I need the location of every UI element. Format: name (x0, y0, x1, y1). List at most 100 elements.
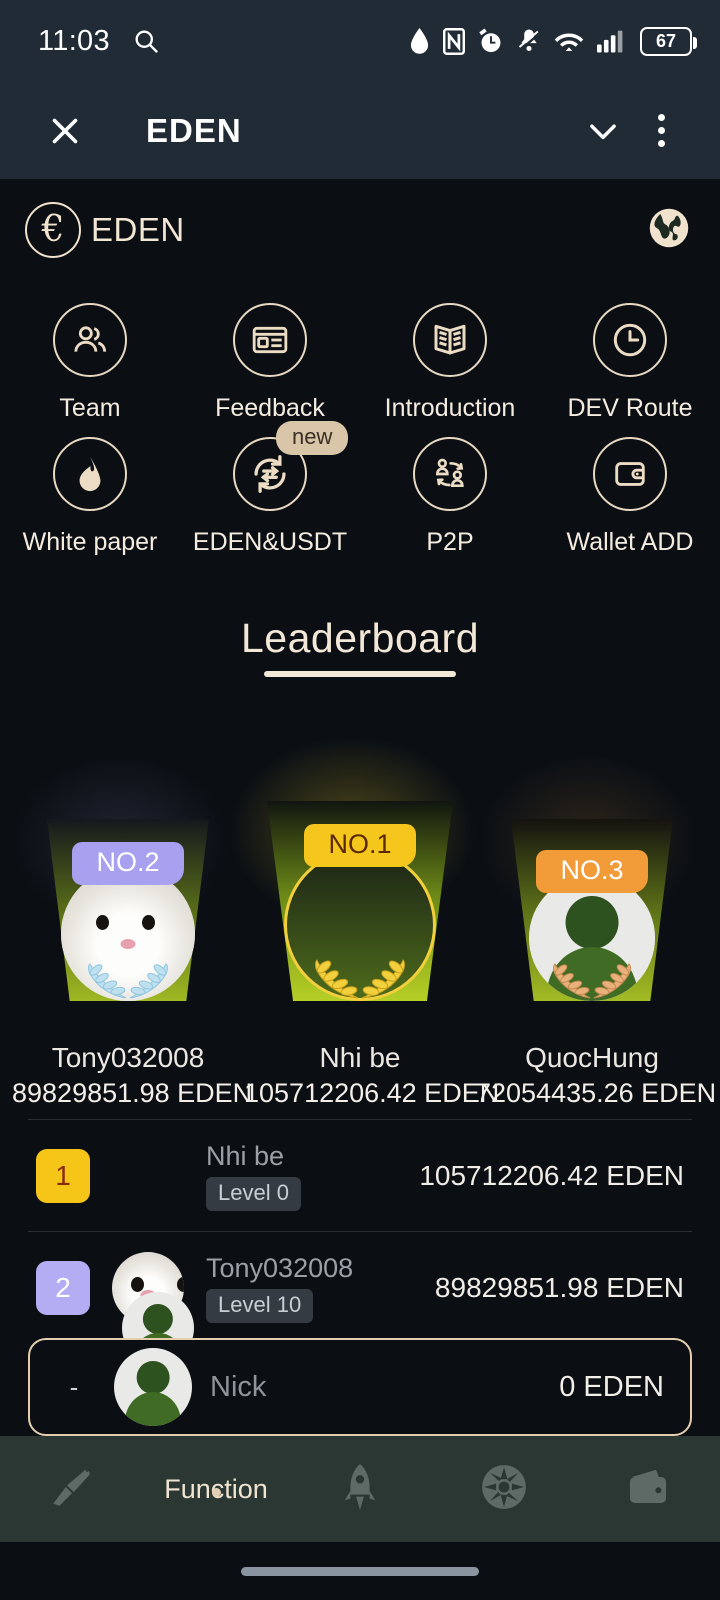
window-title: EDEN (146, 111, 242, 149)
grid-item-label: EDEN&USDT (192, 528, 348, 556)
brand-name: EDEN (91, 211, 185, 248)
globe-icon[interactable] (648, 207, 690, 254)
flame-drop-icon (53, 437, 127, 511)
grid-item-team[interactable]: Team (0, 303, 180, 423)
podium: NO.2 Tony032008 89829851.98 EDEN NO.1 Nh… (0, 691, 720, 1108)
grid-item-wallet-add[interactable]: Wallet ADD (540, 437, 720, 557)
nfc-icon (443, 27, 465, 55)
grid-item-label: DEV Route (567, 394, 693, 422)
nav-item-fan[interactable] (432, 1462, 576, 1517)
form-card-icon (233, 303, 307, 377)
rank-tag: NO.3 (536, 850, 648, 893)
nav-item-mining[interactable] (0, 1462, 144, 1517)
nav-item-function[interactable]: Function (144, 1474, 288, 1505)
row-identity: Tony032008 Level 10 (206, 1253, 353, 1323)
row-identity: Nhi be Level 0 (206, 1141, 301, 1211)
self-name: Nick (210, 1370, 267, 1403)
podium-avatar-wrap: NO.1 (284, 824, 436, 1001)
app-header: € EDEN (0, 179, 720, 281)
rocket-icon (337, 1462, 383, 1517)
leaderboard-header: Leaderboard (0, 615, 720, 677)
feature-grid: Team Feedback Introduction DEV Route Whi… (0, 281, 720, 571)
grid-item-label: Wallet ADD (566, 528, 694, 556)
podium-place-3[interactable]: NO.3 QuocHung 72054435.26 EDEN (476, 819, 716, 1108)
eden-logo-icon: € (25, 202, 81, 258)
row-name: Tony032008 (206, 1252, 354, 1283)
row-amount: 89829851.98 EDEN (434, 1271, 684, 1303)
leaderboard-list: 1 Nhi be Level 0 105712206.42 EDEN 2 Ton… (0, 1119, 720, 1343)
podium-amount: 105712206.42 EDEN (244, 1078, 500, 1108)
podium-avatar-wrap: NO.2 (61, 842, 195, 1001)
nav-item-wallet[interactable] (576, 1463, 720, 1516)
grid-item-label: Introduction (384, 394, 516, 422)
rank-badge: 2 (36, 1260, 90, 1315)
phone-screen: 11:03 67 EDEN € EDEN Team Feedback Intro… (0, 0, 720, 1600)
users-icon (53, 303, 127, 377)
wifi-icon (554, 28, 584, 54)
grid-item-white-paper[interactable]: White paper (0, 437, 180, 557)
grid-item-introduction[interactable]: Introduction (360, 303, 540, 423)
grid-item-dev-route[interactable]: DEV Route (540, 303, 720, 423)
grid-item-eden-usdt[interactable]: new EDEN&USDT (180, 421, 360, 557)
close-icon[interactable] (36, 102, 94, 160)
podium-content: NO.1 (244, 824, 476, 1001)
podium-meta: Tony032008 89829851.98 EDEN (12, 1042, 253, 1109)
window-title-bar: EDEN (0, 82, 720, 179)
gold-laurel-icon (290, 944, 430, 1007)
table-row[interactable]: 1 Nhi be Level 0 105712206.42 EDEN (28, 1119, 692, 1231)
chevron-down-icon[interactable] (574, 102, 632, 160)
level-badge: Level 10 (206, 1288, 314, 1323)
wallet-icon (624, 1463, 672, 1516)
podium-content: NO.2 (12, 842, 244, 1001)
title-underline (264, 671, 456, 677)
self-rank-card[interactable]: - Nick 0 EDEN (28, 1338, 692, 1436)
self-amount: 0 EDEN (559, 1370, 664, 1403)
system-navigation-bar (0, 1542, 720, 1600)
open-book-icon (413, 303, 487, 377)
new-badge: new (276, 421, 349, 455)
status-time: 11:03 (38, 24, 110, 57)
podium-place-1[interactable]: NO.1 Nhi be 105712206.42 EDEN (244, 801, 499, 1108)
podium-meta: QuocHung 72054435.26 EDEN (476, 1042, 717, 1109)
search-icon[interactable] (132, 27, 160, 55)
rank-tag: NO.2 (72, 842, 184, 885)
rank-badge: 1 (36, 1148, 90, 1203)
podium-content: NO.3 (476, 850, 708, 1001)
fan-wheel-icon (479, 1462, 529, 1517)
home-indicator[interactable] (241, 1566, 479, 1576)
silver-laurel-icon (66, 950, 190, 1007)
p2p-exchange-icon (413, 437, 487, 511)
status-bar: 11:03 67 (0, 0, 720, 82)
nav-item-rocket[interactable] (288, 1462, 432, 1517)
podium-place-2[interactable]: NO.2 Tony032008 89829851.98 EDEN (12, 819, 252, 1108)
podium-name: Tony032008 (51, 1042, 205, 1073)
battery-indicator: 67 (640, 26, 697, 56)
alarm-clock-icon (478, 28, 504, 55)
grid-item-label: Feedback (215, 394, 325, 422)
more-vertical-icon[interactable] (632, 102, 690, 160)
mining-pickaxe-icon (47, 1462, 97, 1517)
podium-avatar-wrap: NO.3 (529, 850, 655, 1001)
bronze-laurel-icon (532, 952, 652, 1007)
grid-item-label: Team (59, 394, 121, 422)
active-indicator-dot (211, 1487, 221, 1497)
row-amount: 105712206.42 EDEN (419, 1159, 684, 1191)
row-name: Nhi be (206, 1140, 285, 1171)
avatar (114, 1348, 192, 1426)
podium-name: Nhi be (319, 1042, 401, 1073)
grid-item-p2p[interactable]: P2P (360, 437, 540, 557)
podium-meta: Nhi be 105712206.42 EDEN (244, 1042, 500, 1109)
brand: € EDEN (25, 202, 185, 258)
podium-amount: 72054435.26 EDEN (476, 1078, 717, 1108)
page-title: Leaderboard (240, 615, 480, 661)
podium-name: QuocHung (525, 1042, 659, 1073)
water-drop-icon (409, 27, 430, 55)
clock-icon (593, 303, 667, 377)
rank-tag: NO.1 (304, 824, 416, 867)
status-bar-left: 11:03 (38, 25, 160, 58)
bell-muted-icon (517, 28, 541, 55)
podium-amount: 89829851.98 EDEN (12, 1078, 253, 1108)
bottom-nav: Function (0, 1436, 720, 1542)
cellular-signal-icon (597, 28, 627, 54)
grid-item-feedback[interactable]: Feedback (180, 303, 360, 423)
